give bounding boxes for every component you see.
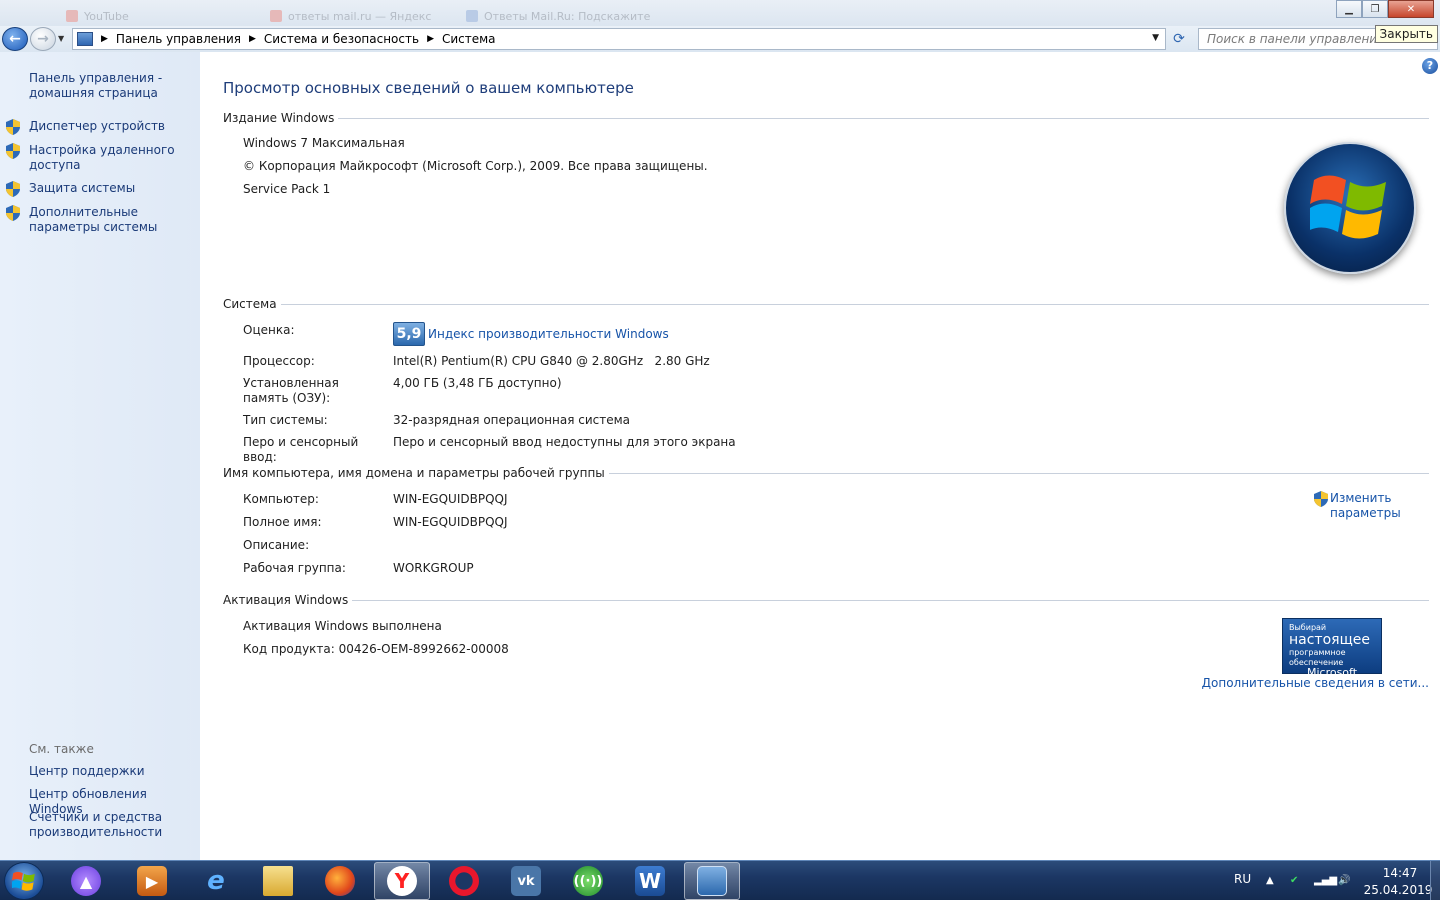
taskbar: ▲ ▶ e Y vk ((·)) W RU ▲ ✔ ▂▄▆ 🔊 14:47 25… [0, 860, 1440, 900]
copyright-text: © Корпорация Майкрософт (Microsoft Corp.… [243, 159, 708, 173]
refresh-icon[interactable]: ⟳ [1170, 30, 1188, 48]
page-title: Просмотр основных сведений о вашем компь… [223, 79, 634, 97]
language-indicator[interactable]: RU [1234, 872, 1251, 886]
windows-logo-icon [1284, 142, 1416, 274]
browser-tab-yandex[interactable]: ответы mail.ru — Яндекс [270, 6, 431, 26]
left-pane: Панель управления - домашняя страница Ди… [0, 52, 200, 860]
volume-icon[interactable]: 🔊 [1338, 875, 1352, 887]
service-pack: Service Pack 1 [243, 182, 331, 196]
back-button[interactable]: ← [2, 27, 28, 51]
media-player-icon[interactable]: ▶ [124, 862, 180, 900]
show-desktop-button[interactable] [1430, 861, 1440, 900]
uac-shield-icon [6, 205, 20, 221]
computer-value: WIN-EGQUIDBPQQJ [393, 492, 508, 506]
word-icon[interactable]: W [622, 862, 678, 900]
antivirus-icon[interactable]: ✔ [1290, 875, 1304, 887]
breadcrumb-control-panel[interactable]: Панель управления ▶ [116, 32, 264, 46]
arrow-left-icon: ← [9, 31, 21, 47]
minimize-button[interactable]: ▁ [1336, 0, 1362, 18]
pen-touch-label: Перо и сенсорный ввод: [243, 435, 359, 464]
full-name-value: WIN-EGQUIDBPQQJ [393, 515, 508, 529]
uac-shield-icon [1314, 491, 1328, 507]
network-app-icon[interactable]: ((·)) [560, 862, 616, 900]
uac-shield-icon [6, 143, 20, 159]
alice-icon[interactable]: ▲ [58, 862, 114, 900]
history-dropdown-icon[interactable]: ▼ [58, 34, 64, 43]
chevron-right-icon[interactable]: ▶ [427, 34, 434, 44]
uac-shield-icon [6, 181, 20, 197]
cpu-label: Процессор: [243, 354, 315, 368]
clock-time[interactable]: 14:47 [1370, 866, 1430, 880]
opera-icon[interactable] [436, 862, 492, 900]
system-type-label: Тип системы: [243, 413, 328, 427]
forward-button[interactable]: → [30, 27, 56, 51]
breadcrumb-system[interactable]: Система [442, 32, 496, 46]
internet-explorer-icon[interactable]: e [188, 862, 244, 900]
maximize-button[interactable]: ❐ [1362, 0, 1388, 18]
activation-status: Активация Windows выполнена [243, 619, 442, 633]
more-info-online-link[interactable]: Дополнительные сведения в сети... [1202, 676, 1429, 690]
system-type-value: 32-разрядная операционная система [393, 413, 631, 427]
section-system: Система [223, 297, 1429, 311]
computer-label: Компьютер: [243, 492, 319, 506]
vk-icon[interactable]: vk [498, 862, 554, 900]
sidebar-link-performance[interactable]: Счетчики и средства производительности [29, 810, 199, 840]
cpu-value: Intel(R) Pentium(R) CPU G840 @ 2.80GHz 2… [393, 354, 710, 368]
genuine-microsoft-badge[interactable]: Выбирай настоящее программное обеспечени… [1282, 618, 1382, 678]
address-row: ← → ▼ ▶ Панель управления ▶ Система и без… [0, 26, 1440, 52]
section-computer-name: Имя компьютера, имя домена и параметры р… [223, 466, 1429, 480]
sidebar-item-advanced-settings[interactable]: Дополнительные параметры системы [6, 205, 199, 235]
uac-shield-icon [6, 119, 20, 135]
help-icon[interactable]: ? [1422, 58, 1438, 74]
network-signal-icon[interactable]: ▂▄▆ [1314, 875, 1337, 887]
sidebar-item-device-manager[interactable]: Диспетчер устройств [6, 119, 199, 135]
address-dropdown-icon[interactable]: ▼ [1152, 33, 1159, 43]
sidebar-item-remote-access[interactable]: Настройка удаленного доступа [6, 143, 199, 173]
badge-line-2: настоящее [1289, 632, 1370, 648]
breadcrumb-system-security[interactable]: Система и безопасность ▶ [264, 32, 442, 46]
description-label: Описание: [243, 538, 310, 552]
full-name-label: Полное имя: [243, 515, 322, 529]
sidebar-item-home[interactable]: Панель управления - домашняя страница [29, 71, 199, 101]
workgroup-value: WORKGROUP [393, 561, 474, 575]
file-explorer-icon[interactable] [250, 862, 306, 900]
sidebar-link-action-center[interactable]: Центр поддержки [29, 764, 199, 779]
control-panel-icon [77, 32, 93, 46]
arrow-right-icon: → [37, 31, 49, 47]
clock-date[interactable]: 25.04.2019 [1362, 883, 1434, 897]
edition-name: Windows 7 Максимальная [243, 136, 405, 150]
chevron-right-icon[interactable]: ▶ [249, 34, 256, 44]
system-tray: RU ▲ ✔ ▂▄▆ 🔊 14:47 25.04.2019 [1210, 861, 1440, 900]
sidebar-item-system-protection[interactable]: Защита системы [6, 181, 199, 197]
change-settings-link[interactable]: Изменить параметры [1314, 491, 1410, 521]
ram-value: 4,00 ГБ (3,48 ГБ доступно) [393, 376, 562, 390]
close-tooltip: Закрыть [1374, 25, 1438, 43]
browser-tab-mailru[interactable]: Ответы Mail.Ru: Подскажите [466, 6, 650, 26]
pen-touch-value: Перо и сенсорный ввод недоступны для это… [393, 435, 736, 449]
windows-logo-icon [12, 871, 35, 891]
section-activation: Активация Windows [223, 593, 1429, 607]
see-also-heading: См. также [29, 742, 94, 756]
ram-label: Установленная память (ОЗУ): [243, 376, 339, 405]
section-windows-edition: Издание Windows [223, 111, 1429, 125]
start-button[interactable] [4, 862, 44, 900]
close-button[interactable]: ✕ [1388, 0, 1434, 18]
yandex-browser-icon[interactable]: Y [374, 862, 430, 900]
tray-expand-icon[interactable]: ▲ [1266, 875, 1280, 887]
badge-line-3: программное обеспечение [1289, 648, 1346, 667]
workgroup-label: Рабочая группа: [243, 561, 346, 575]
address-bar[interactable]: ▶ Панель управления ▶ Система и безопасно… [72, 28, 1166, 50]
performance-index-link[interactable]: Индекс производительности Windows [428, 327, 669, 341]
title-bar: YouTube ответы mail.ru — Яндекс Ответы M… [0, 0, 1440, 28]
rating-label: Оценка: [243, 323, 295, 337]
browser-tab-youtube[interactable]: YouTube [66, 6, 129, 26]
chevron-right-icon[interactable]: ▶ [101, 34, 108, 44]
control-panel-icon[interactable] [684, 862, 740, 900]
firefox-icon[interactable] [312, 862, 368, 900]
product-key: Код продукта: 00426-OEM-8992662-00008 [243, 642, 509, 656]
main-content: ? Просмотр основных сведений о вашем ком… [200, 52, 1440, 860]
performance-score-badge[interactable]: 5,9 [393, 322, 425, 346]
